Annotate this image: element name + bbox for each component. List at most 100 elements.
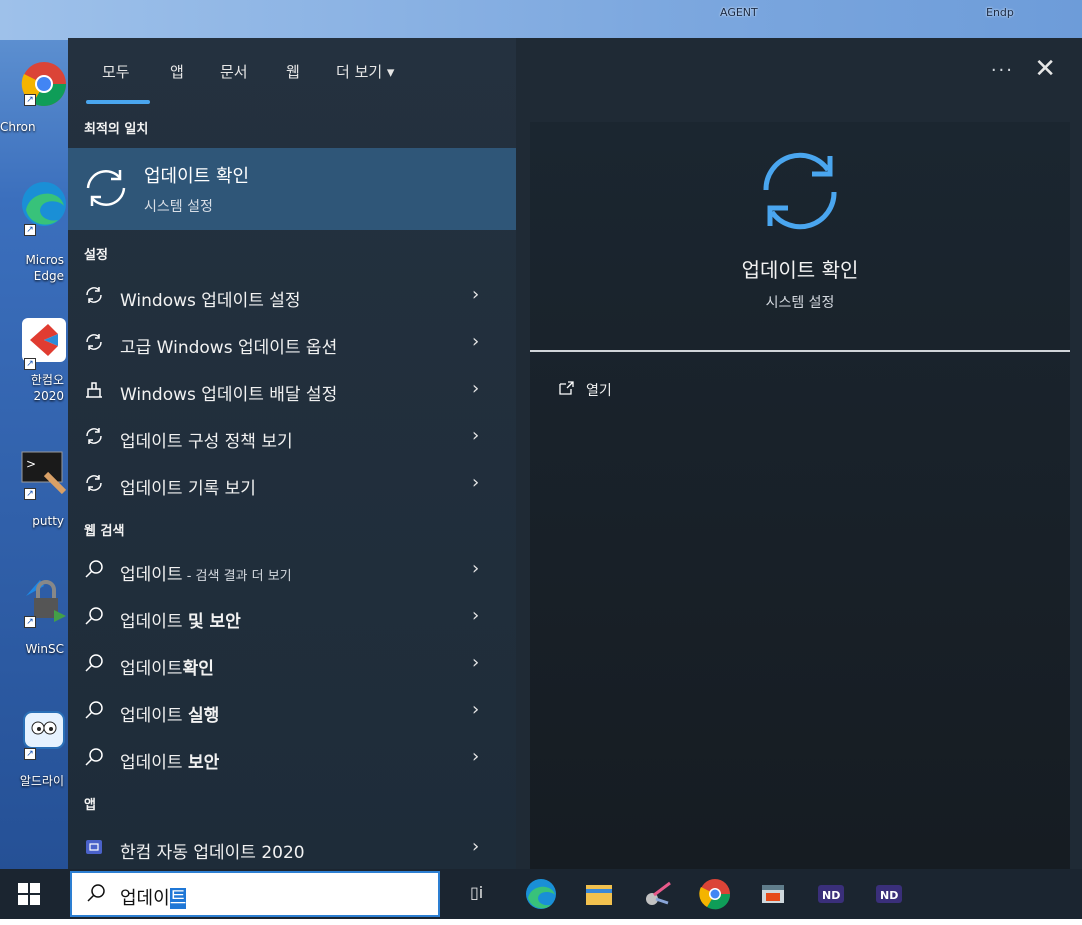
list-item-label: 업데이트확인 — [120, 659, 214, 679]
chevron-right-icon[interactable]: › — [472, 836, 479, 857]
desktop-icon-label: WinSC — [25, 642, 64, 656]
best-match-item[interactable]: 업데이트 확인 시스템 설정 — [68, 148, 516, 230]
list-item-settings[interactable]: 업데이트 구성 정책 보기 › — [68, 415, 516, 461]
chevron-right-icon[interactable]: › — [472, 378, 479, 399]
list-item-app[interactable]: 한컴 자동 업데이트 2020 › — [68, 826, 516, 872]
chevron-right-icon[interactable]: › — [472, 699, 479, 720]
list-item-label: 업데이트 구성 정책 보기 — [120, 432, 293, 452]
tab-all[interactable]: 모두 — [102, 61, 130, 82]
chevron-right-icon[interactable]: › — [472, 284, 479, 305]
open-action[interactable]: 열기 — [558, 380, 612, 400]
background-window-strip — [0, 0, 1082, 40]
list-item-web[interactable]: 업데이트 보안 › — [68, 736, 516, 782]
hancom-update-icon — [86, 840, 102, 854]
preview-pane: 업데이트 확인 시스템 설정 열기 — [530, 122, 1070, 869]
chevron-right-icon[interactable]: › — [472, 425, 479, 446]
file-explorer-icon[interactable] — [582, 877, 616, 911]
shortcut-arrow-icon: ↗ — [24, 358, 36, 370]
chevron-right-icon[interactable]: › — [472, 605, 479, 626]
list-item-label: 업데이트 기록 보기 — [120, 479, 256, 499]
shortcut-arrow-icon: ↗ — [24, 94, 36, 106]
background-agent-label: AGENT — [720, 6, 758, 19]
chevron-right-icon[interactable]: › — [472, 746, 479, 767]
chevron-right-icon[interactable]: › — [472, 558, 479, 579]
shortcut-arrow-icon: ↗ — [24, 616, 36, 628]
shortcut-arrow-icon: ↗ — [24, 488, 36, 500]
refresh-icon — [86, 170, 126, 206]
list-item-label: 한컴 자동 업데이트 2020 — [120, 843, 305, 863]
list-item-label: Windows 업데이트 설정 — [120, 291, 301, 311]
aldrive-icon — [23, 711, 65, 749]
edge-icon — [22, 182, 66, 226]
search-icon — [85, 607, 103, 625]
open-icon — [559, 381, 574, 395]
section-best-match: 최적의 일치 — [84, 122, 149, 137]
list-item-label: 업데이트 실행 — [120, 706, 220, 726]
section-web-search: 웹 검색 — [84, 524, 125, 539]
desktop-icon-edge[interactable]: ↗ Micros Edge — [0, 180, 70, 283]
refresh-icon — [763, 152, 837, 230]
nd-app-icon[interactable]: ND — [814, 877, 848, 911]
chevron-right-icon[interactable]: › — [472, 472, 479, 493]
preview-subtitle: 시스템 설정 — [765, 295, 835, 311]
list-item-settings[interactable]: Windows 업데이트 설정 › — [68, 274, 516, 320]
list-item-web[interactable]: 업데이트 - 검색 결과 더 보기 › — [68, 548, 516, 594]
refresh-icon — [86, 428, 102, 444]
list-item-settings[interactable]: 고급 Windows 업데이트 옵션 › — [68, 321, 516, 367]
search-icon — [85, 748, 103, 766]
desktop-icon-aldrive[interactable]: ↗ 알드라이 — [0, 706, 70, 796]
edge-icon[interactable] — [524, 877, 558, 911]
taskbar-search-input[interactable]: 업데이트 — [70, 871, 440, 917]
close-button[interactable]: ✕ — [1034, 54, 1056, 84]
section-apps: 앱 — [84, 798, 96, 813]
search-icon — [85, 560, 103, 578]
refresh-icon — [86, 475, 102, 491]
refresh-icon — [86, 334, 102, 350]
svg-text:>: > — [26, 457, 36, 471]
desktop-icon-chrome[interactable]: ↗ Chron — [0, 60, 70, 150]
list-item-label: 업데이트 - 검색 결과 더 보기 — [120, 565, 292, 585]
tab-documents[interactable]: 문서 — [220, 61, 248, 82]
bottom-border — [0, 919, 1082, 925]
section-settings: 설정 — [84, 248, 108, 263]
tab-web[interactable]: 웹 — [286, 61, 300, 82]
taskbar: 업데이트 ▯i ND ND — [0, 869, 1082, 919]
desktop-icon-label: 알드라이 — [19, 774, 64, 788]
desktop-icon-putty[interactable]: > ↗ putty — [0, 448, 70, 538]
search-tabs: 모두 앱 문서 웹 더 보기 ▾ ··· ✕ — [68, 38, 1082, 108]
best-match-title: 업데이트 확인 — [144, 166, 250, 187]
list-item-label: 업데이트 보안 — [120, 753, 220, 773]
list-item-label: 업데이트 및 보안 — [120, 612, 241, 632]
more-options-button[interactable]: ··· — [991, 60, 1014, 81]
search-icon — [85, 654, 103, 672]
refresh-icon — [86, 287, 102, 303]
tab-more[interactable]: 더 보기 ▾ — [336, 61, 394, 82]
desktop-icon-winscp[interactable]: ↗ WinSC — [0, 576, 70, 666]
shortcut-arrow-icon: ↗ — [24, 224, 36, 236]
search-icon — [87, 884, 105, 902]
snip-icon[interactable] — [640, 877, 674, 911]
tab-apps[interactable]: 앱 — [170, 61, 184, 82]
list-item-web[interactable]: 업데이트 실행 › — [68, 689, 516, 735]
search-icon — [85, 701, 103, 719]
hancom-office-icon — [22, 318, 66, 362]
svg-text:ND: ND — [822, 889, 840, 902]
windows-start-icon[interactable] — [18, 883, 40, 905]
chevron-right-icon[interactable]: › — [472, 652, 479, 673]
list-item-label: Windows 업데이트 배달 설정 — [120, 385, 338, 405]
chevron-right-icon[interactable]: › — [472, 331, 479, 352]
window-app-icon[interactable] — [756, 877, 790, 911]
list-item-settings[interactable]: Windows 업데이트 배달 설정 › — [68, 368, 516, 414]
list-item-web[interactable]: 업데이트확인 › — [68, 642, 516, 688]
task-view-icon[interactable]: ▯i — [470, 883, 483, 902]
chrome-icon[interactable] — [698, 877, 732, 911]
list-item-settings[interactable]: 업데이트 기록 보기 › — [68, 462, 516, 508]
search-panel: 모두 앱 문서 웹 더 보기 ▾ ··· ✕ 최적의 일치 업데이트 확인 시스… — [68, 38, 1082, 869]
open-action-label: 열기 — [586, 383, 612, 399]
nd-app-icon-2[interactable]: ND — [872, 877, 906, 911]
desktop-icon-hancom[interactable]: ↗ 한컴오 2020 — [0, 316, 70, 426]
active-tab-indicator — [86, 100, 150, 104]
shortcut-arrow-icon: ↗ — [24, 748, 36, 760]
list-item-web[interactable]: 업데이트 및 보안 › — [68, 595, 516, 641]
preview-title: 업데이트 확인 — [741, 258, 859, 282]
